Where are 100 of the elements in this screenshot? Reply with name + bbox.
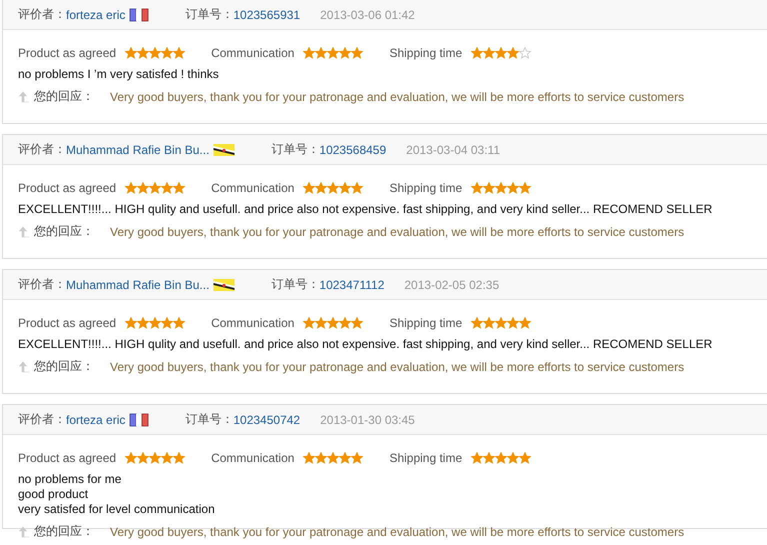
star-icon bbox=[519, 182, 532, 194]
order-label: 订单号： bbox=[271, 276, 320, 293]
rating-label: Product as agreed bbox=[18, 316, 116, 330]
reply-text: Very good buyers, thank you for your patronage and evaluation, we will be more efforts to service customers bbox=[110, 360, 684, 374]
star-icon bbox=[315, 182, 328, 194]
star-icon bbox=[315, 317, 328, 329]
star-icon bbox=[149, 47, 162, 59]
star-icon bbox=[471, 452, 484, 464]
reviewer-label: 评价者： bbox=[18, 6, 66, 23]
comment-text: no problems I ’m very satisfed ! thinks bbox=[18, 67, 220, 82]
star-icon bbox=[303, 317, 316, 329]
star-icon bbox=[149, 452, 162, 464]
star-icon bbox=[137, 47, 150, 59]
order-number-link[interactable]: 1023450742 bbox=[233, 412, 300, 426]
star-icon bbox=[495, 47, 508, 59]
star-icon bbox=[303, 452, 316, 464]
comment-text: EXCELLENT!!!!... HIGH qulity and usefull. and price also not expensive. fast shipping, and very kind seller... RECOMEND SELLER bbox=[18, 202, 714, 217]
star-icon bbox=[471, 47, 484, 59]
reviewer-link[interactable]: Muhammad Rafie Bin Bu... bbox=[66, 142, 210, 156]
rating-label: Product as agreed bbox=[18, 451, 116, 465]
star-icon bbox=[471, 317, 484, 329]
star-icon bbox=[327, 182, 340, 194]
reviewer-link[interactable]: forteza eric bbox=[66, 412, 126, 426]
order-number-link[interactable]: 1023565931 bbox=[233, 8, 300, 22]
comment-text: EXCELLENT!!!!... HIGH qulity and usefull. and price also not expensive. fast shipping, and very kind seller... RECOMEND SELLER bbox=[18, 337, 714, 352]
star-icon bbox=[339, 317, 352, 329]
reviewer-link[interactable]: forteza eric bbox=[66, 8, 126, 22]
star-icon bbox=[161, 317, 174, 329]
star-icon bbox=[519, 317, 532, 329]
star-icon bbox=[483, 317, 496, 329]
star-icon bbox=[173, 182, 186, 194]
star-icon bbox=[161, 182, 174, 194]
star-icon bbox=[339, 452, 352, 464]
star-icon bbox=[149, 182, 162, 194]
review-date: 2013-03-04 03:11 bbox=[406, 142, 500, 156]
star-icon bbox=[161, 47, 174, 59]
star-icon bbox=[315, 452, 328, 464]
reviewer-label: 评价者： bbox=[18, 141, 66, 158]
rating-label: Communication bbox=[211, 46, 294, 60]
star-icon bbox=[137, 182, 150, 194]
reply-arrow-icon bbox=[18, 226, 30, 238]
star-icon bbox=[351, 182, 364, 194]
star-icon bbox=[483, 452, 496, 464]
rating-label: Shipping time bbox=[389, 316, 462, 330]
review-date: 2013-02-05 02:35 bbox=[404, 278, 500, 292]
reviewer-label: 评价者： bbox=[18, 411, 66, 428]
star-icon bbox=[351, 317, 364, 329]
star-icon bbox=[125, 317, 138, 329]
star-icon bbox=[339, 182, 352, 194]
rating-label: Communication bbox=[211, 316, 294, 330]
review-date: 2013-03-06 01:42 bbox=[320, 8, 415, 22]
star-icon bbox=[173, 452, 186, 464]
star-icon bbox=[351, 452, 364, 464]
reply-label: 您的回应： bbox=[34, 358, 95, 375]
comment-text: good product bbox=[18, 487, 90, 502]
order-label: 订单号： bbox=[185, 411, 234, 428]
star-icon bbox=[137, 452, 150, 464]
star-icon bbox=[495, 317, 508, 329]
star-icon bbox=[327, 452, 340, 464]
star-icon bbox=[315, 47, 328, 59]
reply-text: Very good buyers, thank you for your patronage and evaluation, we will be more efforts to service customers bbox=[110, 524, 684, 538]
reply-arrow-icon bbox=[18, 90, 30, 102]
star-icon bbox=[483, 47, 496, 59]
star-icon bbox=[507, 182, 520, 194]
order-label: 订单号： bbox=[271, 141, 320, 158]
star-icon bbox=[495, 452, 508, 464]
reviewer-label: 评价者： bbox=[18, 276, 66, 293]
order-number-link[interactable]: 1023568459 bbox=[319, 142, 386, 156]
reviewer-link[interactable]: Muhammad Rafie Bin Bu... bbox=[66, 278, 210, 292]
rating-label: Communication bbox=[211, 451, 294, 465]
star-icon bbox=[125, 47, 138, 59]
star-icon bbox=[507, 317, 520, 329]
star-icon bbox=[161, 452, 174, 464]
star-icon bbox=[173, 317, 186, 329]
reply-arrow-icon bbox=[18, 360, 30, 372]
star-icon bbox=[351, 47, 364, 59]
star-icon bbox=[125, 452, 138, 464]
star-icon bbox=[507, 452, 520, 464]
star-icon bbox=[125, 182, 138, 194]
star-icon bbox=[507, 47, 520, 59]
star-icon bbox=[519, 452, 532, 464]
rating-label: Product as agreed bbox=[18, 46, 116, 60]
reply-arrow-icon bbox=[18, 526, 30, 538]
review-date: 2013-01-30 03:45 bbox=[320, 412, 415, 426]
reply-label: 您的回应： bbox=[34, 523, 95, 540]
rating-label: Shipping time bbox=[389, 451, 462, 465]
reply-label: 您的回应： bbox=[34, 88, 95, 105]
reply-label: 您的回应： bbox=[34, 223, 95, 240]
comment-text: very satisfed for level communication bbox=[18, 502, 216, 517]
rating-label: Shipping time bbox=[389, 181, 462, 195]
star-icon bbox=[303, 47, 316, 59]
star-icon bbox=[495, 182, 508, 194]
order-number-link[interactable]: 1023471112 bbox=[319, 278, 384, 292]
rating-label: Communication bbox=[211, 181, 294, 195]
star-icon bbox=[483, 182, 496, 194]
star-icon bbox=[339, 47, 352, 59]
star-icon bbox=[137, 317, 150, 329]
star-icon bbox=[303, 182, 316, 194]
star-icon bbox=[173, 47, 186, 59]
order-label: 订单号： bbox=[185, 6, 234, 23]
